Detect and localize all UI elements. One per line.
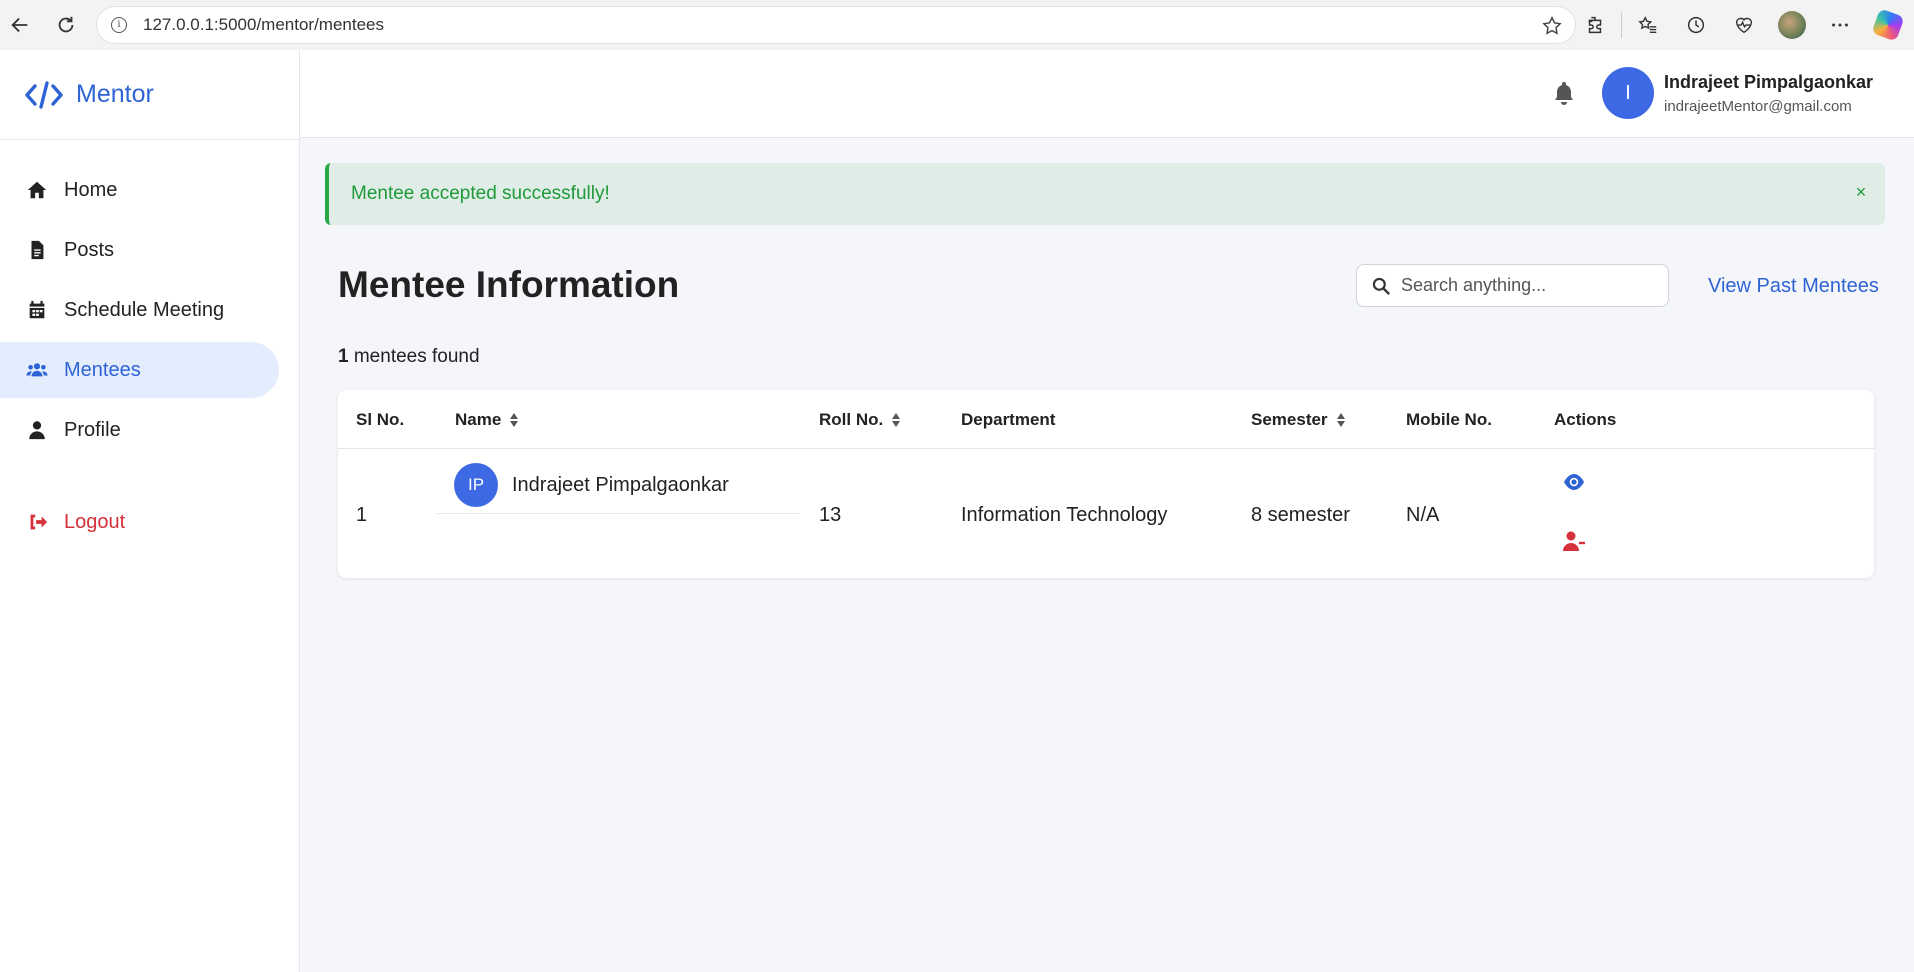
copilot-icon <box>1871 8 1905 42</box>
column-roll-no[interactable]: Roll No. <box>819 410 901 430</box>
alert-close-button[interactable]: × <box>1851 182 1871 202</box>
column-actions: Actions <box>1554 410 1616 430</box>
copilot-button[interactable] <box>1866 3 1910 47</box>
user-email: indrajeetMentor@gmail.com <box>1664 98 1852 115</box>
code-brackets-icon <box>25 80 63 109</box>
sidebar-item-label: Profile <box>64 418 121 441</box>
history-button[interactable] <box>1674 3 1718 47</box>
sidebar-item-posts[interactable]: Posts <box>0 222 279 278</box>
document-icon <box>31 240 44 260</box>
column-label: Department <box>961 410 1056 429</box>
sort-icon[interactable] <box>891 412 901 428</box>
success-alert: Mentee accepted successfully! × <box>325 163 1885 225</box>
column-label: Roll No. <box>819 410 884 429</box>
brand-name: Mentor <box>76 80 154 108</box>
heartbeat-icon <box>1735 17 1753 34</box>
site-info-icon[interactable]: i <box>111 17 127 33</box>
reload-icon <box>58 16 74 33</box>
more-button[interactable] <box>1818 3 1862 47</box>
user-avatar[interactable]: I <box>1602 67 1654 119</box>
cell-semester: 8 semester <box>1251 504 1350 526</box>
mentees-table: Sl No. Name Roll No. Department Semester… <box>338 390 1874 578</box>
sidebar-item-label: Home <box>64 178 118 201</box>
mentee-avatar: IP <box>454 463 498 507</box>
puzzle-icon <box>1588 16 1602 34</box>
mentee-count: 1 mentees found <box>338 346 480 368</box>
url-text: 127.0.0.1:5000/mentor/mentees <box>143 15 384 34</box>
sidebar-item-label: Logout <box>64 510 126 533</box>
toolbar-separator <box>1621 12 1622 38</box>
page-title: Mentee Information <box>338 264 680 305</box>
sidebar-item-label: Schedule Meeting <box>64 298 225 321</box>
sidebar-item-mentees[interactable]: Mentees <box>0 342 279 398</box>
address-bar[interactable]: i 127.0.0.1:5000/mentor/mentees <box>96 6 1576 44</box>
browser-extensions <box>1573 0 1914 50</box>
remove-user-icon[interactable] <box>1562 530 1586 552</box>
favorite-star-icon[interactable] <box>1541 15 1563 37</box>
brand[interactable]: Mentor <box>0 50 299 140</box>
column-department: Department <box>961 410 1055 430</box>
cell-department: Information Technology <box>961 504 1168 526</box>
cell-name: IP Indrajeet Pimpalgaonkar <box>436 449 800 578</box>
cell-divider <box>436 513 800 514</box>
logout-icon <box>30 514 48 530</box>
sidebar-menu: Home Posts Schedule Meeting Mentees Prof… <box>0 140 299 550</box>
column-name[interactable]: Name <box>455 410 519 430</box>
mentee-name: Indrajeet Pimpalgaonkar <box>512 474 729 496</box>
users-icon <box>26 363 48 377</box>
sidebar-item-schedule-meeting[interactable]: Schedule Meeting <box>0 282 279 338</box>
sidebar-item-logout[interactable]: Logout <box>0 494 279 550</box>
browser-toolbar: i 127.0.0.1:5000/mentor/mentees <box>0 0 1914 50</box>
mentee-count-suffix: mentees found <box>348 346 480 367</box>
cell-sl-no: 1 <box>356 504 368 526</box>
alert-message: Mentee accepted successfully! <box>351 183 610 204</box>
browser-profile-avatar <box>1778 11 1806 39</box>
table-header: Sl No. Name Roll No. Department Semester… <box>338 390 1874 449</box>
cell-mobile-no: N/A <box>1406 504 1440 526</box>
more-dots-icon <box>1832 23 1848 27</box>
column-label: Sl No. <box>356 410 405 429</box>
search-box <box>1356 264 1669 307</box>
search-icon <box>1372 277 1390 295</box>
health-button[interactable] <box>1722 3 1766 47</box>
sidebar-item-label: Posts <box>64 238 115 261</box>
favorites-button[interactable] <box>1626 3 1670 47</box>
column-label: Semester <box>1251 410 1328 429</box>
back-arrow-icon <box>11 17 28 33</box>
sort-icon[interactable] <box>509 412 519 428</box>
top-header: I Indrajeet Pimpalgaonkar indrajeetMento… <box>300 50 1914 138</box>
extensions-button[interactable] <box>1573 3 1617 47</box>
column-mobile-no: Mobile No. <box>1406 410 1492 430</box>
user-name: Indrajeet Pimpalgaonkar <box>1664 72 1874 92</box>
view-eye-icon[interactable] <box>1562 472 1586 492</box>
sidebar-item-label: Mentees <box>64 358 141 381</box>
calendar-icon <box>29 300 45 319</box>
home-icon <box>27 181 47 199</box>
column-label: Mobile No. <box>1406 410 1492 429</box>
history-icon <box>1687 16 1705 34</box>
column-label: Name <box>455 410 502 429</box>
mentee-count-number: 1 <box>338 346 349 367</box>
column-semester[interactable]: Semester <box>1251 410 1346 430</box>
user-icon <box>29 421 45 440</box>
profile-button[interactable] <box>1770 3 1814 47</box>
column-sl-no: Sl No. <box>356 410 404 430</box>
column-label: Actions <box>1554 410 1617 429</box>
sidebar-item-profile[interactable]: Profile <box>0 402 279 458</box>
sort-icon[interactable] <box>1336 412 1346 428</box>
favorites-list-icon <box>1638 16 1657 34</box>
back-button[interactable] <box>0 5 40 45</box>
view-past-mentees-link[interactable]: View Past Mentees <box>1708 275 1879 298</box>
sidebar-item-home[interactable]: Home <box>0 162 279 218</box>
reload-button[interactable] <box>46 5 86 45</box>
bell-icon[interactable] <box>1552 80 1576 106</box>
search-input[interactable] <box>1401 275 1651 296</box>
cell-roll-no: 13 <box>819 504 842 526</box>
sidebar: Mentor Home Posts Schedule Meeting Mente… <box>0 50 300 972</box>
